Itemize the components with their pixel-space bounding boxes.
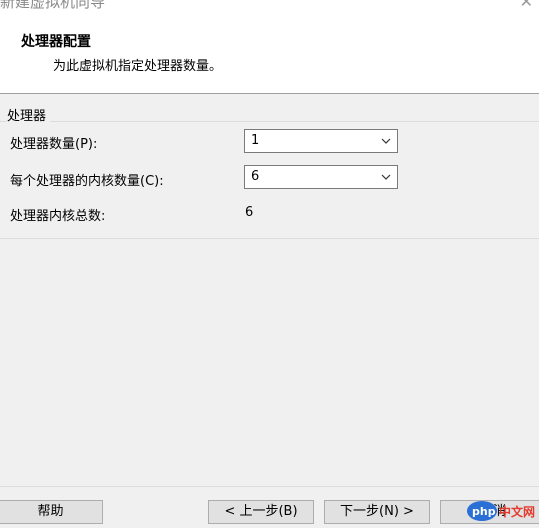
processor-count-select[interactable]: 1 [244, 129, 398, 153]
watermark-php-text: php [472, 505, 496, 518]
processor-group-title: 处理器 [7, 105, 51, 124]
group-divider-top [0, 121, 539, 122]
close-icon[interactable]: ✕ [520, 0, 533, 12]
chevron-down-icon [381, 174, 391, 180]
title-bar: 新建虚拟机向导 ✕ [0, 0, 539, 20]
wizard-header: 处理器配置 为此虚拟机指定处理器数量。 [0, 20, 539, 94]
page-subtitle: 为此虚拟机指定处理器数量。 [53, 59, 223, 74]
chevron-down-icon [381, 138, 391, 144]
window-title: 新建虚拟机向导 [0, 0, 106, 11]
cores-per-processor-value: 6 [251, 169, 260, 184]
next-button[interactable]: 下一步(N) > [324, 500, 430, 524]
wizard-footer: 帮助 < 上一步(B) 下一步(N) > 取消 [0, 486, 539, 528]
page-title: 处理器配置 [21, 34, 91, 50]
processor-count-value: 1 [251, 133, 260, 148]
cores-per-processor-label: 每个处理器的内核数量(C): [10, 174, 164, 189]
cores-per-processor-select[interactable]: 6 [244, 165, 398, 189]
new-vm-wizard-window: 新建虚拟机向导 ✕ 处理器配置 为此虚拟机指定处理器数量。 处理器 处理器数量(… [0, 0, 539, 528]
total-cores-label: 处理器内核总数: [10, 209, 106, 224]
back-button[interactable]: < 上一步(B) [208, 500, 314, 524]
processor-settings-panel: 处理器 处理器数量(P): 1 每个处理器的内核数量(C): 6 处理器内核总数… [0, 94, 539, 486]
help-button[interactable]: 帮助 [0, 500, 103, 524]
watermark-cn-text: 中文网 [499, 504, 535, 519]
group-divider-bottom [0, 238, 539, 239]
total-cores-value: 6 [245, 205, 254, 220]
processor-count-label: 处理器数量(P): [10, 137, 98, 152]
php-cn-watermark-logo: php 中文网 [467, 501, 535, 521]
